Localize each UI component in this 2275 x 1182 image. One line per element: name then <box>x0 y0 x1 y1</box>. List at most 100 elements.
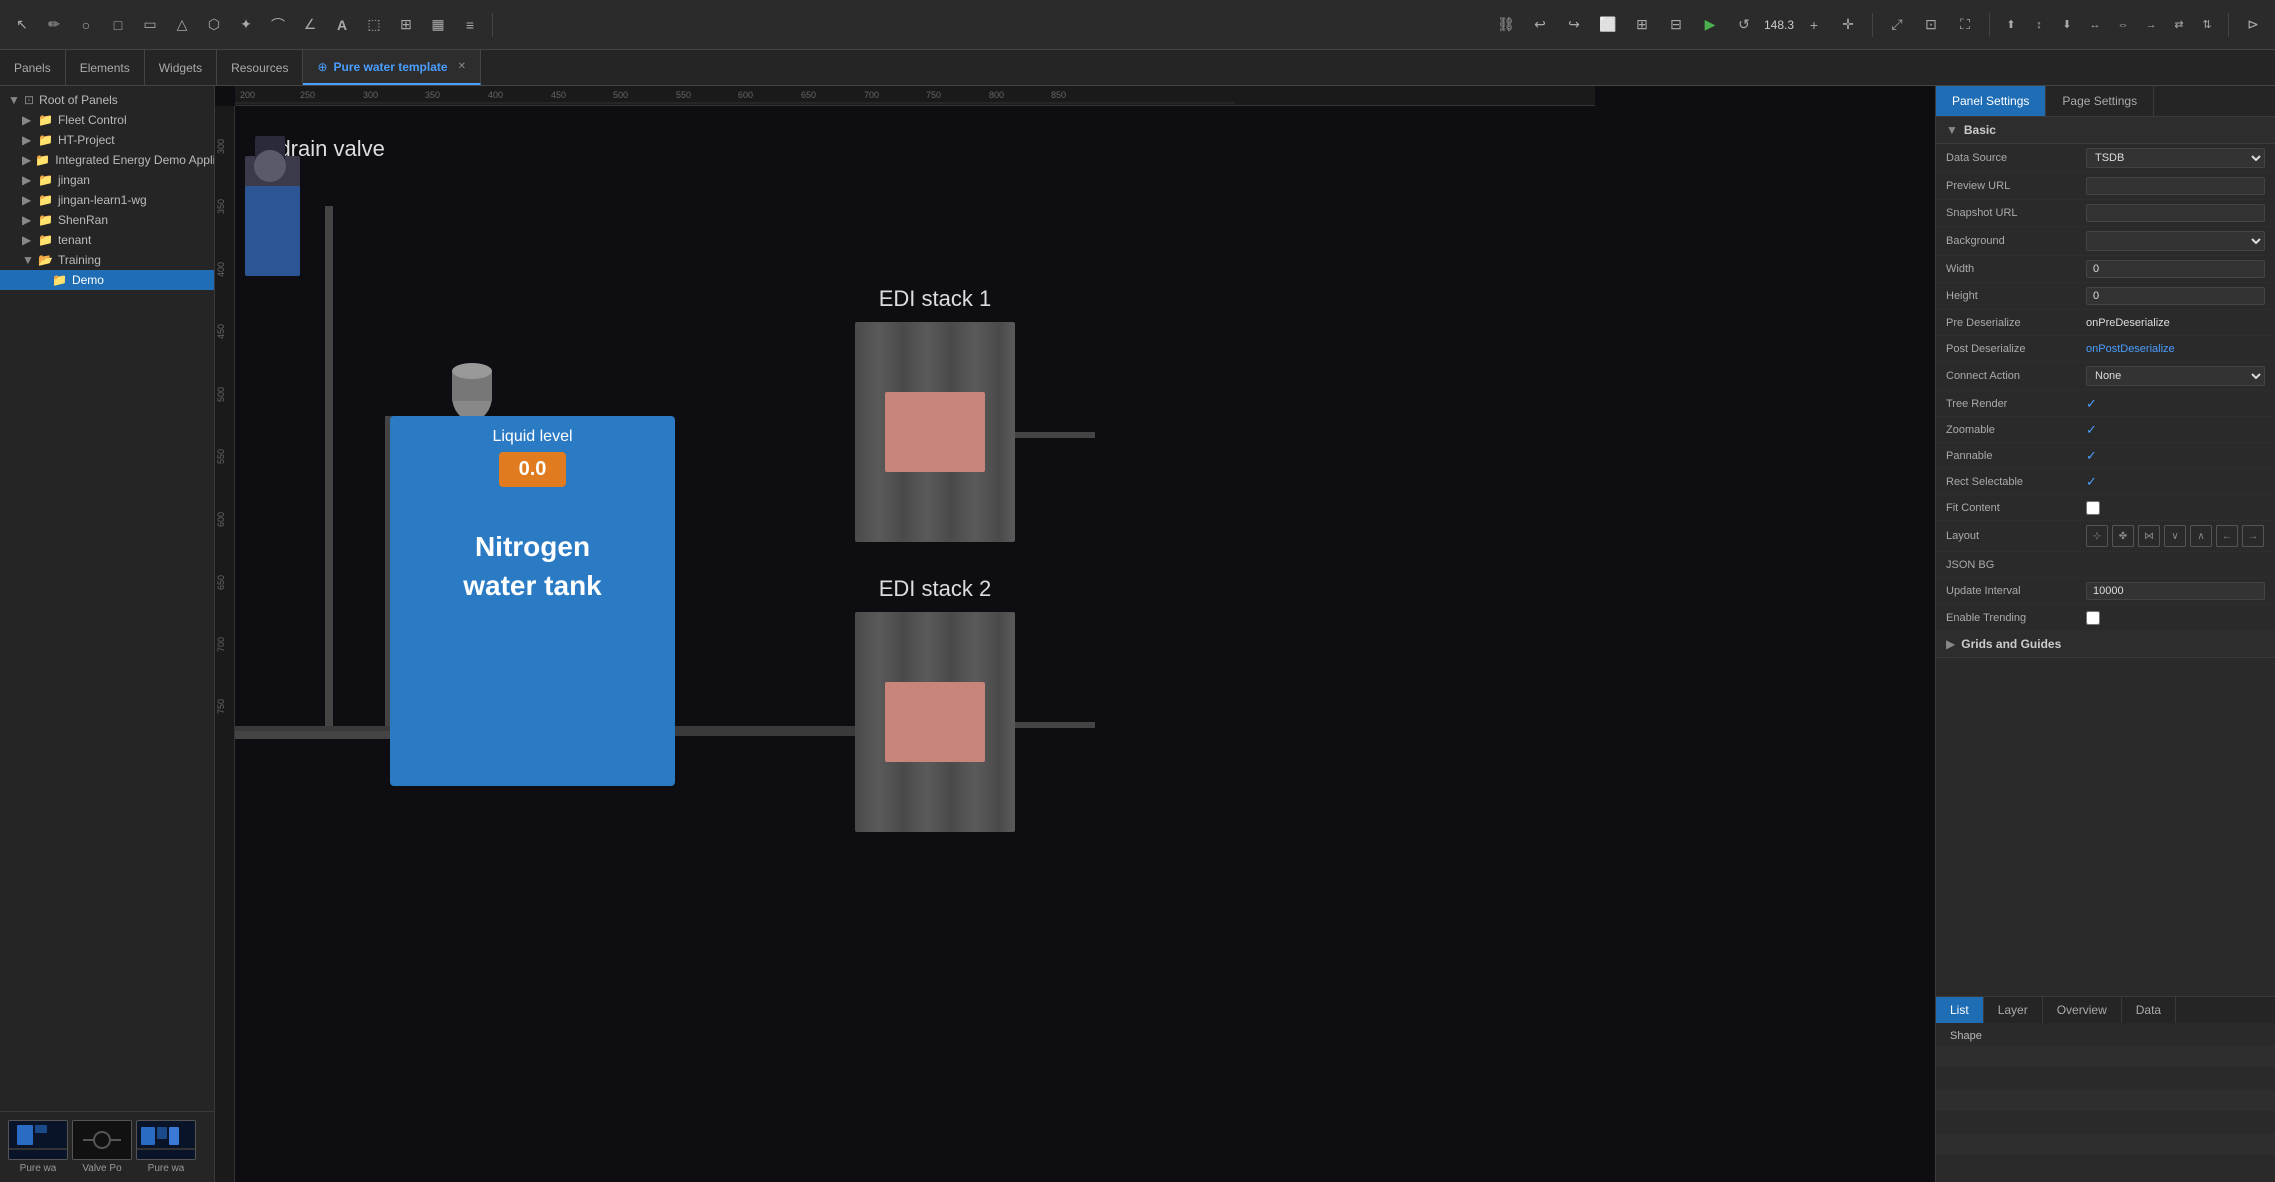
text-tool[interactable]: A <box>328 11 356 39</box>
curve-tool[interactable]: ⌒ <box>264 11 292 39</box>
tree-item-jingan[interactable]: ▶ 📁 jingan <box>0 170 214 190</box>
tree-render-check[interactable]: ✓ <box>2086 396 2097 412</box>
list-item-2[interactable] <box>1936 1068 2275 1090</box>
list-item-shape[interactable]: Shape <box>1936 1027 2275 1046</box>
tree-item-ht[interactable]: ▶ 📁 HT-Project <box>0 130 214 150</box>
frame-icon[interactable]: ⬜ <box>1594 11 1622 39</box>
align-top-icon[interactable]: ⬆ <box>2000 14 2022 36</box>
btab-overview[interactable]: Overview <box>2043 997 2122 1023</box>
angle-tool[interactable]: ∠ <box>296 11 324 39</box>
align-center-icon[interactable]: ⇔ <box>2112 14 2134 36</box>
extra-icon[interactable]: ⊳ <box>2239 11 2267 39</box>
tree-item-jingan-learn[interactable]: ▶ 📁 jingan-learn1-wg <box>0 190 214 210</box>
rpanel-tab-panel-settings[interactable]: Panel Settings <box>1936 86 2046 116</box>
tab-elements[interactable]: Elements <box>66 50 145 85</box>
align-bottom-icon[interactable]: ⬇ <box>2056 14 2078 36</box>
play-icon[interactable]: ▶ <box>1696 11 1724 39</box>
btab-layer[interactable]: Layer <box>1984 997 2043 1023</box>
tab-widgets[interactable]: Widgets <box>145 50 217 85</box>
pannable-check[interactable]: ✓ <box>2086 448 2097 464</box>
tree-item-root[interactable]: ▼ ⊡ Root of Panels <box>0 90 214 110</box>
layout-icon-6[interactable]: ← <box>2216 525 2238 547</box>
thumb-item-1[interactable]: Valve Po <box>72 1120 132 1174</box>
fullscreen-icon[interactable]: ⛶ <box>1951 11 1979 39</box>
width-input[interactable] <box>2086 260 2265 278</box>
align-left-icon[interactable]: ↔ <box>2084 14 2106 36</box>
redo-icon[interactable]: ↪ <box>1560 11 1588 39</box>
prop-background: Background <box>1936 227 2275 256</box>
list-item-5[interactable] <box>1936 1134 2275 1156</box>
grid-icon[interactable]: ⊞ <box>1628 11 1656 39</box>
section-header-grids[interactable]: ▶ Grids and Guides <box>1936 631 2275 658</box>
snapshot-url-input[interactable] <box>2086 204 2265 222</box>
pen-tool[interactable]: ✏ <box>40 11 68 39</box>
expand-icon[interactable]: ⤢ <box>1883 11 1911 39</box>
tab-close-icon[interactable]: ✕ <box>458 61 466 72</box>
layout-icon-7[interactable]: → <box>2242 525 2264 547</box>
tab-resources[interactable]: Resources <box>217 50 303 85</box>
menu-tool[interactable]: ≡ <box>456 11 484 39</box>
background-select[interactable] <box>2086 231 2265 251</box>
prop-value-snapshot-url[interactable] <box>2086 204 2265 222</box>
zoomable-check[interactable]: ✓ <box>2086 422 2097 438</box>
update-interval-input[interactable] <box>2086 582 2265 600</box>
undo-icon[interactable]: ↩ <box>1526 11 1554 39</box>
list-item-4[interactable] <box>1936 1112 2275 1134</box>
layout-icon-5[interactable]: ∧ <box>2190 525 2212 547</box>
canvas-area[interactable]: 200 250 300 350 400 450 500 550 600 650 … <box>215 86 1935 1182</box>
tab-panels[interactable]: Panels <box>0 50 66 85</box>
list-item-6[interactable] <box>1936 1156 2275 1178</box>
connect-action-select[interactable]: None <box>2086 366 2265 386</box>
data-view-tool[interactable]: ▦ <box>424 11 452 39</box>
collapse-icon[interactable]: ⊡ <box>1917 11 1945 39</box>
canvas-content[interactable]: r drain valve <box>235 106 1935 1182</box>
hexagon-tool[interactable]: ⬡ <box>200 11 228 39</box>
tree-item-demo[interactable]: ▶ 📁 Demo <box>0 270 214 290</box>
tree-item-integrated[interactable]: ▶ 📁 Integrated Energy Demo Applicati... <box>0 150 214 170</box>
distribute-v-icon[interactable]: ⇅ <box>2196 14 2218 36</box>
star-tool[interactable]: ✦ <box>232 11 260 39</box>
tree-item-tenant[interactable]: ▶ 📁 tenant <box>0 230 214 250</box>
circle-tool[interactable]: ○ <box>72 11 100 39</box>
tab-pure-water[interactable]: ⊕ Pure water template ✕ <box>303 50 481 85</box>
rounded-rect-tool[interactable]: ▭ <box>136 11 164 39</box>
height-input[interactable] <box>2086 287 2265 305</box>
list-item-3[interactable] <box>1936 1090 2275 1112</box>
distribute-h-icon[interactable]: ⇄ <box>2168 14 2190 36</box>
select-tool[interactable]: ↖ <box>8 11 36 39</box>
layout-icon-1[interactable]: ⊹ <box>2086 525 2108 547</box>
enable-trending-check[interactable] <box>2086 611 2100 625</box>
post-deserialize-link[interactable]: onPostDeserialize <box>2086 343 2175 355</box>
btab-list[interactable]: List <box>1936 997 1984 1023</box>
dynamic-text-tool[interactable]: ⬚ <box>360 11 388 39</box>
layout-icon-3[interactable]: ⋈ <box>2138 525 2160 547</box>
prop-label-height: Height <box>1946 290 2086 302</box>
plus-icon[interactable]: + <box>1800 11 1828 39</box>
table2-icon[interactable]: ⊟ <box>1662 11 1690 39</box>
align-middle-icon[interactable]: ↕ <box>2028 14 2050 36</box>
align-right-icon[interactable]: → <box>2140 14 2162 36</box>
btab-data[interactable]: Data <box>2122 997 2176 1023</box>
move-icon[interactable]: ✛ <box>1834 11 1862 39</box>
fit-content-check[interactable] <box>2086 501 2100 515</box>
table-tool[interactable]: ⊞ <box>392 11 420 39</box>
triangle-tool[interactable]: △ <box>168 11 196 39</box>
refresh-icon[interactable]: ↺ <box>1730 11 1758 39</box>
tree-item-fleet[interactable]: ▶ 📁 Fleet Control <box>0 110 214 130</box>
data-source-select[interactable]: TSDB <box>2086 148 2265 168</box>
rect-tool[interactable]: □ <box>104 11 132 39</box>
link-icon[interactable]: ⛓ <box>1492 11 1520 39</box>
layout-icon-4[interactable]: ∨ <box>2164 525 2186 547</box>
rect-selectable-check[interactable]: ✓ <box>2086 474 2097 490</box>
layout-icon-2[interactable]: ✤ <box>2112 525 2134 547</box>
tree-item-training[interactable]: ▼ 📂 Training <box>0 250 214 270</box>
preview-url-input[interactable] <box>2086 177 2265 195</box>
prop-label-zoomable: Zoomable <box>1946 424 2086 436</box>
rpanel-tab-page-settings[interactable]: Page Settings <box>2046 86 2154 116</box>
section-header-basic[interactable]: ▼ Basic <box>1936 117 2275 144</box>
prop-value-preview-url[interactable] <box>2086 177 2265 195</box>
tree-item-shenran[interactable]: ▶ 📁 ShenRan <box>0 210 214 230</box>
list-item-1[interactable] <box>1936 1046 2275 1068</box>
thumb-item-0[interactable]: Pure wa <box>8 1120 68 1174</box>
thumb-item-2[interactable]: Pure wa <box>136 1120 196 1174</box>
